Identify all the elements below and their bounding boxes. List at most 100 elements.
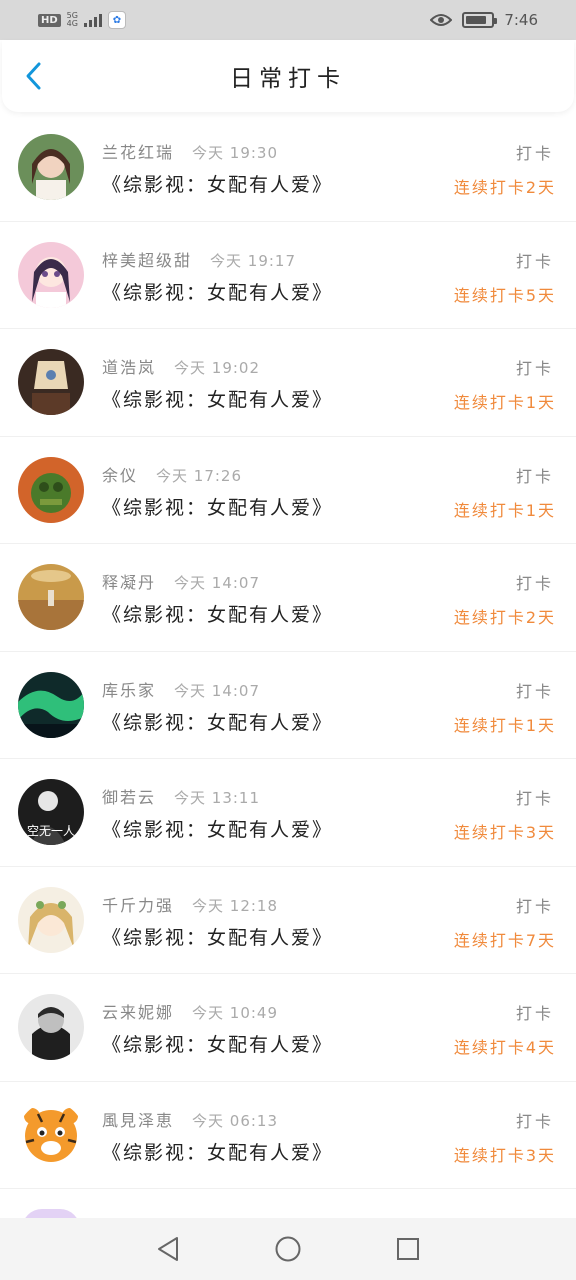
page-title: 日常打卡 xyxy=(230,66,346,92)
checkin-time: 今天 19:17 xyxy=(210,251,297,270)
clock: 7:46 xyxy=(504,11,538,29)
checkin-time: 今天 14:07 xyxy=(174,681,261,700)
streak-count: 连续打卡3天 xyxy=(453,823,556,842)
header: 日常打卡 xyxy=(2,40,574,112)
book-title[interactable]: 《综影视：女配有人爱》 xyxy=(102,600,333,627)
checkin-time: 今天 19:02 xyxy=(174,359,261,377)
list-item[interactable]: 梓美超级甜 今天 19:17 《综影视：女配有人爱》 打卡连续打卡5天 xyxy=(0,222,576,329)
user-line: 梓美超级甜 今天 19:17 xyxy=(102,247,296,271)
user-name[interactable]: 道浩岚 xyxy=(102,354,156,378)
checkin-label: 打卡 xyxy=(515,144,554,163)
book-title[interactable]: 《综影视：女配有人爱》 xyxy=(102,923,333,950)
checkin-time: 今天 06:13 xyxy=(192,1111,279,1130)
nav-recents-button[interactable] xyxy=(393,1234,423,1264)
user-line: 释凝丹 今天 14:07 xyxy=(102,569,260,593)
checkin-label: 打卡 xyxy=(515,681,554,701)
status-bar: HD 5G 4G ✿ 7:46 xyxy=(0,0,576,40)
user-name[interactable]: 風見泽恵 xyxy=(102,1107,174,1131)
list-item[interactable]: 余仪 今天 17:26 《综影视：女配有人爱》 打卡连续打卡1天 xyxy=(0,437,576,544)
list-item[interactable]: 風見泽恵 今天 06:13 《综影视：女配有人爱》 打卡连续打卡3天 xyxy=(0,1082,576,1189)
checkin-label: 打卡 xyxy=(515,359,554,378)
avatar[interactable] xyxy=(18,456,84,523)
checkin-label: 打卡 xyxy=(515,251,554,271)
list-item[interactable]: 云来妮娜 今天 10:49 《综影视：女配有人爱》 打卡 连续打卡4天 xyxy=(0,974,576,1082)
book-title[interactable]: 《综影视：女配有人爱》 xyxy=(102,708,333,735)
user-name[interactable]: 云来妮娜 xyxy=(102,999,174,1023)
system-nav-bar xyxy=(0,1218,576,1280)
list-item[interactable]: 千斤力强 今天 12:18 《综影视：女配有人爱》 打卡 连续打卡7天 xyxy=(0,867,576,974)
eye-comfort-icon xyxy=(430,14,453,26)
list-item[interactable]: 库乐家 今天 14:07 《综影视：女配有人爱》 打卡 连续打卡1天 xyxy=(0,652,576,759)
avatar-image xyxy=(18,349,84,415)
streak-count: 连续打卡5天 xyxy=(453,285,556,305)
circle-home-icon xyxy=(275,1236,301,1262)
chevron-left-icon xyxy=(26,62,41,90)
user-name[interactable]: 余仪 xyxy=(102,462,138,486)
avatar-image xyxy=(18,1101,84,1168)
hd-badge: HD xyxy=(38,13,61,27)
checkin-label: 打卡 xyxy=(515,896,554,916)
list-item[interactable]: 释凝丹 今天 14:07 《综影视：女配有人爱》 打卡连续打卡2天 xyxy=(0,544,576,652)
nav-home-button[interactable] xyxy=(273,1234,303,1264)
avatar[interactable] xyxy=(18,134,84,200)
checkin-label: 打卡 xyxy=(515,1111,554,1131)
book-title[interactable]: 《综影视：女配有人爱》 xyxy=(102,278,333,305)
book-title[interactable]: 《综影视：女配有人爱》 xyxy=(102,1138,333,1165)
checkin-list: 兰花红瑞 今天 19:30 《综影视：女配有人爱》 打卡 连续打卡2天 梓美超级甜 今天 1… xyxy=(0,114,576,1189)
checkin-time: 今天 13:11 xyxy=(174,789,261,807)
status-right: 7:46 xyxy=(430,11,538,29)
book-title[interactable]: 《综影视：女配有人爱》 xyxy=(102,170,333,197)
battery-icon xyxy=(462,12,498,28)
checkin-label: 打卡 xyxy=(515,574,554,593)
user-line: 道浩岚 今天 19:02 xyxy=(102,354,260,378)
streak-count: 连续打卡2天 xyxy=(453,608,556,627)
svg-text:空无一人: 空无一人 xyxy=(27,824,75,838)
avatar[interactable] xyxy=(18,886,84,953)
avatar-image xyxy=(18,886,84,953)
avatar-image xyxy=(18,456,84,523)
user-name[interactable]: 御若云 xyxy=(102,784,156,808)
avatar-image xyxy=(18,564,84,630)
streak-count: 连续打卡3天 xyxy=(453,1145,556,1165)
user-line: 余仪 今天 17:26 xyxy=(102,462,242,486)
user-name[interactable]: 释凝丹 xyxy=(102,569,156,593)
app-notification-icon: ✿ xyxy=(107,11,126,29)
status-left: HD 5G 4G ✿ xyxy=(38,11,126,29)
checkin-time: 今天 10:49 xyxy=(192,1004,279,1022)
avatar[interactable] xyxy=(18,994,84,1060)
checkin-label: 打卡 xyxy=(515,789,554,808)
avatar[interactable]: 空无一人 xyxy=(18,779,84,845)
avatar[interactable] xyxy=(18,349,84,415)
user-name[interactable]: 梓美超级甜 xyxy=(102,247,192,271)
avatar-image xyxy=(18,671,84,738)
avatar[interactable] xyxy=(18,671,84,738)
checkin-time: 今天 12:18 xyxy=(192,896,279,915)
list-item[interactable]: 道浩岚 今天 19:02 《综影视：女配有人爱》 打卡连续打卡1天 xyxy=(0,329,576,437)
network-type: 5G 4G xyxy=(67,12,78,28)
streak-count: 连续打卡1天 xyxy=(453,500,556,520)
checkin-label: 打卡 xyxy=(515,466,554,486)
user-line: 風見泽恵 今天 06:13 xyxy=(102,1107,278,1131)
avatar[interactable] xyxy=(18,241,84,308)
avatar-image xyxy=(18,134,84,200)
user-name[interactable]: 库乐家 xyxy=(102,677,156,701)
user-line: 云来妮娜 今天 10:49 xyxy=(102,999,278,1023)
book-title[interactable]: 《综影视：女配有人爱》 xyxy=(102,385,333,412)
user-line: 御若云 今天 13:11 xyxy=(102,784,260,808)
user-line: 库乐家 今天 14:07 xyxy=(102,677,260,701)
back-button[interactable] xyxy=(16,58,52,94)
book-title[interactable]: 《综影视：女配有人爱》 xyxy=(102,1030,333,1057)
user-name[interactable]: 兰花红瑞 xyxy=(102,139,174,163)
book-title[interactable]: 《综影视：女配有人爱》 xyxy=(102,493,333,520)
list-item[interactable]: 空无一人 御若云 今天 13:11 《综影视：女配有人爱》 打卡连续打卡3天 xyxy=(0,759,576,867)
avatar[interactable] xyxy=(18,1101,84,1168)
list-item[interactable]: 兰花红瑞 今天 19:30 《综影视：女配有人爱》 打卡 连续打卡2天 xyxy=(0,114,576,222)
user-line: 千斤力强 今天 12:18 xyxy=(102,892,278,916)
avatar[interactable] xyxy=(18,564,84,630)
book-title[interactable]: 《综影视：女配有人爱》 xyxy=(102,815,333,842)
streak-count: 连续打卡1天 xyxy=(453,393,556,412)
user-name[interactable]: 千斤力强 xyxy=(102,892,174,916)
nav-back-button[interactable] xyxy=(153,1234,183,1264)
avatar-image: 空无一人 xyxy=(18,779,84,845)
battery-level xyxy=(466,16,486,24)
